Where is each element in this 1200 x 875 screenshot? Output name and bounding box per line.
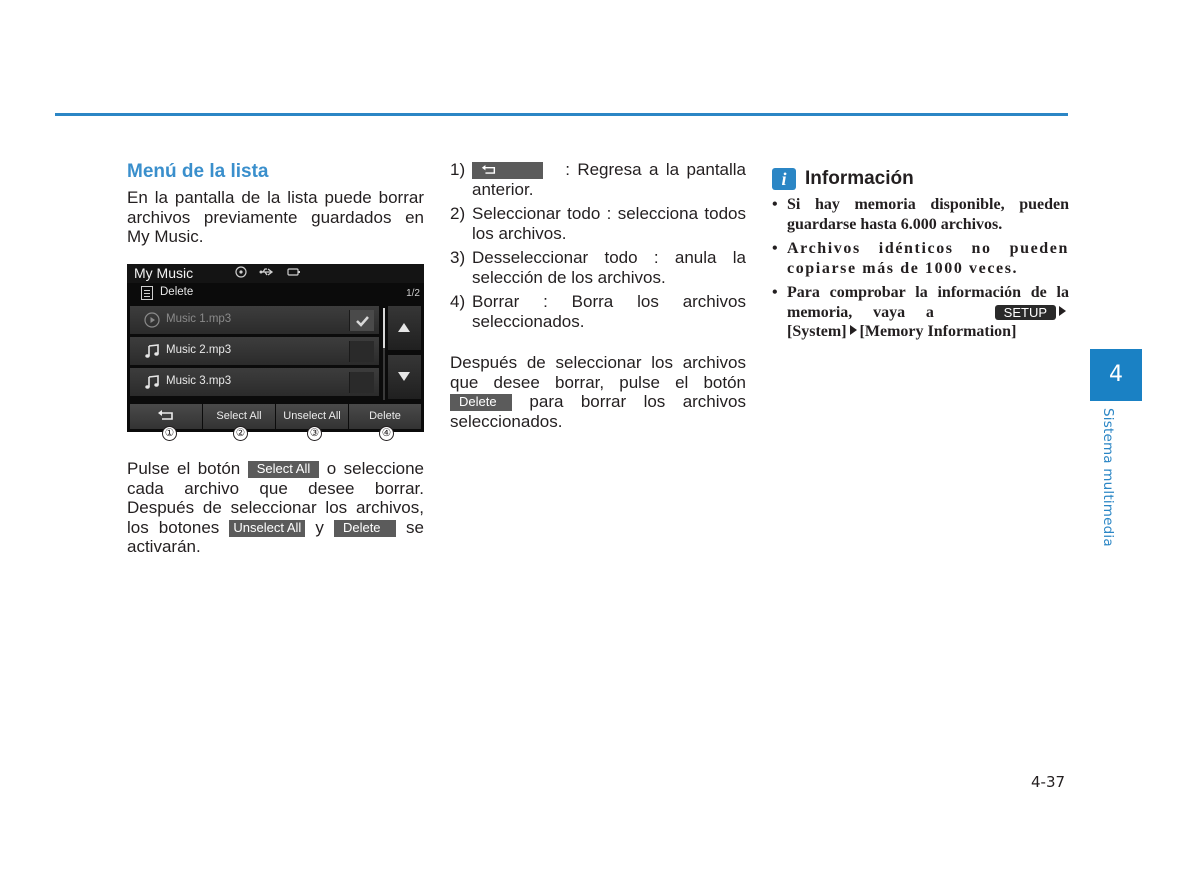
arrow-up-icon [398, 323, 410, 332]
file-name: Music 3.mp3 [166, 375, 232, 387]
list-item: 3) Desseleccionar todo : anula la selecc… [450, 248, 746, 287]
unselect-all-inline-button: Unselect All [229, 519, 306, 537]
intro-paragraph: En la pantalla de la lista puede borrar … [127, 188, 424, 246]
info-text: Si hay memoria disponible, pueden guarda… [787, 196, 1069, 233]
row-checkbox[interactable] [349, 310, 374, 331]
file-name: Music 1.mp3 [166, 313, 232, 325]
callout-2: ② [233, 426, 248, 441]
info-box: i Información • Si hay memoria disponible… [772, 168, 1069, 347]
item-text: Desseleccionar todo : anula la selección… [472, 248, 746, 287]
callout-4: ④ [379, 426, 394, 441]
chapter-tab: 4 [1090, 349, 1142, 401]
text: y [315, 517, 324, 537]
info-text: [System] [787, 323, 847, 340]
item-text: Seleccionar todo : selecciona todos los … [472, 204, 746, 243]
button-description-list: 1) : Regresa a la pantalla anterior. 2) … [450, 160, 746, 331]
info-header: i Información [772, 168, 1069, 190]
chapter-title-text: Sistema multimedia [1100, 408, 1116, 547]
callout-3: ③ [307, 426, 322, 441]
page-number: 4-37 [1031, 773, 1066, 791]
info-item: • Para comprobar la información de la me… [772, 284, 1069, 340]
item-number: 4) [450, 292, 466, 311]
select-all-inline-button: Select All [247, 461, 320, 478]
back-arrow-icon [158, 410, 173, 420]
row-checkbox[interactable] [349, 372, 374, 393]
status-icons [235, 266, 301, 278]
my-music-screen: My Music Delete 1/2 Music 1.mp3 Music 2.… [127, 264, 424, 432]
page-indicator: 1/2 [406, 288, 420, 299]
file-row[interactable]: Music 1.mp3 [130, 306, 379, 334]
list-icon [141, 286, 153, 300]
text: Después de seleccionar los archivos que … [450, 353, 746, 392]
info-text: Archivos idénticos no pueden copiarse má… [787, 240, 1069, 277]
play-circle-icon [144, 312, 160, 328]
list-item: 1) : Regresa a la pantalla anterior. [450, 160, 746, 199]
item-number: 1) [450, 160, 466, 179]
info-list: • Si hay memoria disponible, pueden guard… [772, 195, 1069, 342]
arrow-down-icon [398, 372, 410, 381]
scroll-down-button[interactable] [388, 355, 421, 399]
usb-icon [259, 268, 274, 276]
setup-inline-button: SETUP [994, 304, 1056, 320]
info-item: • Archivos idénticos no pueden copiarse m… [772, 240, 1069, 277]
section-title: Menú de la lista [127, 161, 269, 182]
file-row[interactable]: Music 3.mp3 [130, 368, 379, 396]
file-row[interactable]: Music 2.mp3 [130, 337, 379, 365]
file-name: Music 2.mp3 [166, 344, 232, 356]
disc-icon [235, 266, 247, 278]
column-list-menu: Menú de la lista En la pantalla de la li… [127, 160, 424, 247]
arrow-right-icon [1059, 305, 1066, 316]
list-item: 4) Borrar : Borra los archivos seleccion… [450, 292, 746, 331]
screen-title: My Music [134, 265, 194, 281]
instructions-paragraph: Pulse el botón Select All o seleccione c… [127, 459, 424, 557]
row-checkbox[interactable] [349, 341, 374, 362]
delete-inline-button: Delete [450, 394, 512, 411]
delete-inline-button: Delete [333, 519, 396, 537]
info-icon: i [772, 168, 796, 190]
back-inline-button [472, 162, 543, 179]
checkmark-icon [356, 316, 369, 327]
callout-markers: ① ② ③ ④ [127, 426, 424, 444]
item-number: 2) [450, 204, 466, 223]
screen-header: My Music [127, 264, 424, 283]
item-number: 3) [450, 248, 466, 267]
header-rule [55, 113, 1068, 116]
arrow-right-icon [849, 325, 857, 335]
column-button-descriptions: 1) : Regresa a la pantalla anterior. 2) … [450, 160, 746, 431]
screen-subheader: Delete 1/2 [127, 283, 424, 303]
back-arrow-icon [481, 165, 496, 174]
scroll-up-button[interactable] [388, 306, 421, 350]
battery-icon [287, 268, 300, 276]
delete-paragraph: Después de seleccionar los archivos que … [450, 353, 746, 431]
scrollbar-thumb[interactable] [383, 308, 385, 348]
subheader-label: Delete [160, 286, 194, 298]
chapter-title: Sistema multimedia [1100, 408, 1120, 553]
info-item: • Si hay memoria disponible, pueden guard… [772, 196, 1069, 233]
music-note-icon [145, 344, 159, 358]
list-item: 2) Seleccionar todo : selecciona todos l… [450, 204, 746, 243]
text: Pulse el botón [127, 459, 241, 478]
info-text: [Memory Information] [859, 323, 1017, 340]
info-title: Información [805, 168, 914, 190]
music-note-icon [145, 375, 159, 389]
item-text: Borrar : Borra los archivos seleccionado… [472, 292, 746, 331]
callout-1: ① [162, 426, 177, 441]
